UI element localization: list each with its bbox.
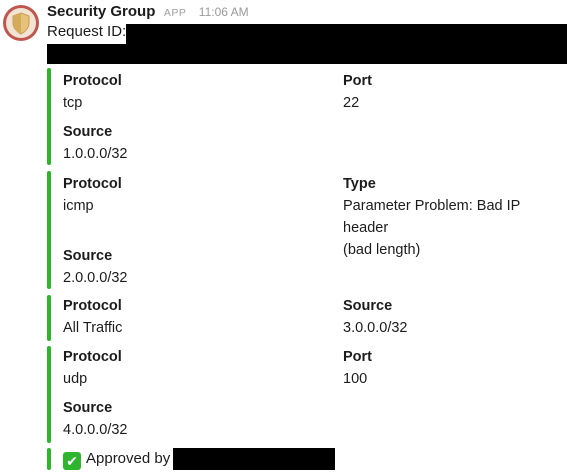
- field-label: Source: [63, 248, 113, 264]
- approved-by-text: Approved by: [86, 450, 171, 467]
- attachment-color-bar: [47, 171, 51, 289]
- message-header: Security Group APP 11:06 AM: [47, 3, 249, 23]
- app-badge: APP: [163, 7, 187, 19]
- field-label: Protocol: [63, 298, 122, 314]
- field-value: 22: [343, 95, 360, 111]
- attachment-approval: [47, 448, 51, 470]
- attachment-rule-4: Protocol udp Port 100 Source 4.0.0.0/32: [47, 346, 567, 443]
- field-protocol: Protocol icmp: [63, 174, 122, 217]
- field-value-line-2: (bad length): [343, 242, 421, 258]
- field-value: 4.0.0.0/32: [63, 422, 128, 438]
- attachment-rule-3: Protocol All Traffic Source 3.0.0.0/32: [47, 295, 567, 341]
- attachment-color-bar: [47, 295, 51, 341]
- field-label: Source: [63, 400, 113, 416]
- redacted-request-id: [126, 24, 567, 44]
- field-value: icmp: [63, 198, 94, 214]
- avatar[interactable]: [3, 5, 39, 41]
- redacted-request-id-continued: [47, 44, 567, 64]
- sender-name[interactable]: Security Group: [47, 3, 155, 20]
- field-protocol: Protocol tcp: [63, 71, 122, 114]
- field-port: Port 22: [343, 71, 372, 114]
- field-source: Source 1.0.0.0/32: [63, 122, 128, 165]
- field-source: Source 4.0.0.0/32: [63, 398, 128, 441]
- field-value: 100: [343, 371, 368, 387]
- field-value: 2.0.0.0/32: [63, 270, 128, 286]
- field-protocol: Protocol All Traffic: [63, 296, 122, 339]
- field-label: Type: [343, 176, 376, 192]
- field-protocol: Protocol udp: [63, 347, 122, 390]
- field-source: Source 3.0.0.0/32: [343, 296, 408, 339]
- field-label: Protocol: [63, 176, 122, 192]
- field-value: 3.0.0.0/32: [343, 320, 408, 336]
- field-label: Protocol: [63, 349, 122, 365]
- field-label: Source: [63, 124, 113, 140]
- attachment-color-bar: [47, 448, 51, 470]
- white-check-mark-icon: ✔: [63, 452, 81, 470]
- request-id-label: Request ID:: [47, 23, 127, 40]
- field-value: udp: [63, 371, 88, 387]
- attachment-rule-2: Protocol icmp Type Parameter Problem: Ba…: [47, 171, 567, 289]
- field-port: Port 100: [343, 347, 372, 390]
- attachment-color-bar: [47, 68, 51, 165]
- field-value: tcp: [63, 95, 83, 111]
- timestamp[interactable]: 11:06 AM: [199, 5, 249, 19]
- approval-line: ✔ Approved by: [63, 449, 170, 470]
- shield-icon: [6, 8, 36, 38]
- attachment-color-bar: [47, 346, 51, 443]
- field-value: All Traffic: [63, 320, 123, 336]
- field-label: Port: [343, 349, 372, 365]
- field-label: Protocol: [63, 73, 122, 89]
- redacted-approver: [173, 448, 335, 470]
- field-value: 1.0.0.0/32: [63, 146, 128, 162]
- field-label: Source: [343, 298, 393, 314]
- attachment-rule-1: Protocol tcp Port 22 Source 1.0.0.0/32: [47, 68, 567, 165]
- field-value-line-1: Parameter Problem: Bad IP header: [343, 198, 521, 236]
- field-label: Port: [343, 73, 372, 89]
- field-source: Source 2.0.0.0/32: [63, 246, 128, 289]
- field-type: Type Parameter Problem: Bad IP header (b…: [343, 174, 567, 261]
